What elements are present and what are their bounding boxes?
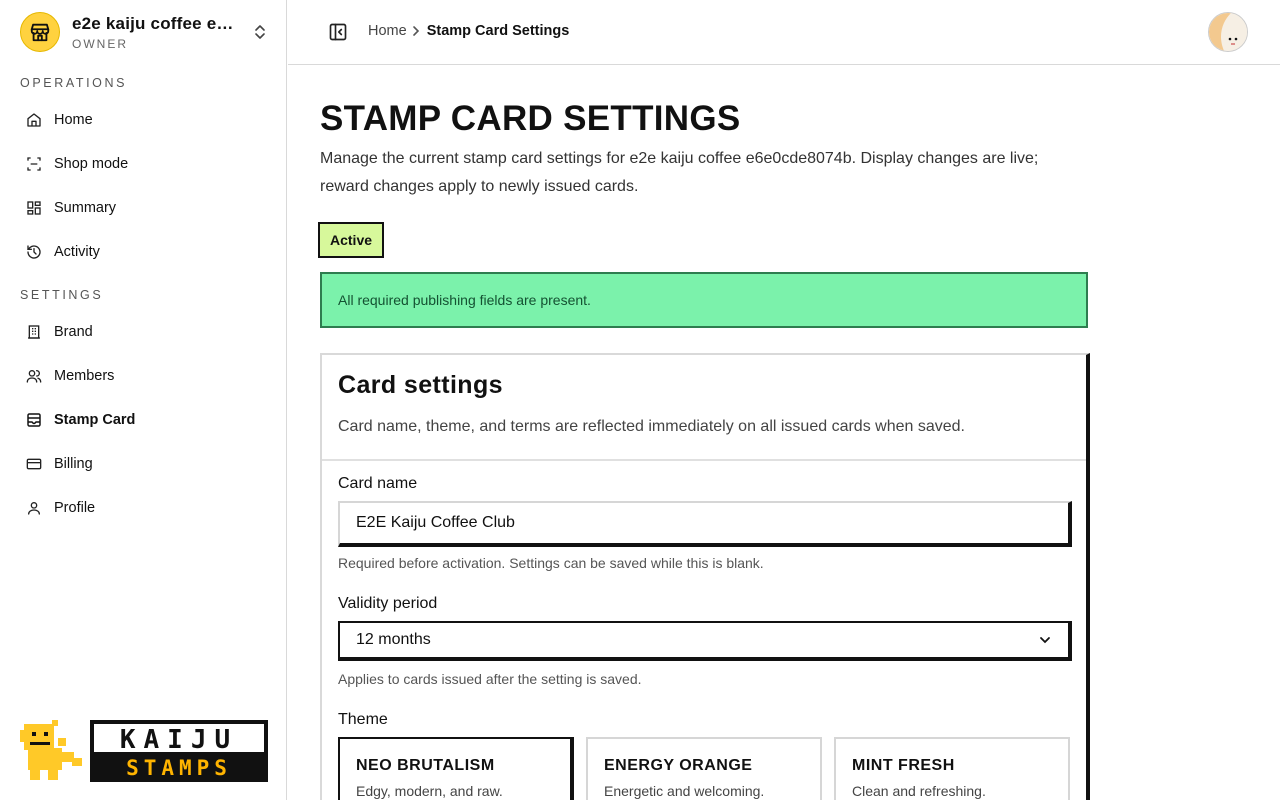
kaiju-stamps-logo: KAIJU STAMPS: [20, 720, 268, 782]
page-title: STAMP CARD SETTINGS: [320, 99, 741, 138]
validity-period-value: 12 months: [356, 631, 431, 648]
card-name-input[interactable]: [338, 501, 1072, 547]
sidebar-item-label: Home: [54, 112, 93, 128]
theme-description: Clean and refreshing.: [852, 783, 986, 799]
shop-name: e2e kaiju coffee e6e0cde8074b: [72, 13, 237, 33]
theme-name: ENERGY ORANGE: [604, 757, 753, 774]
sidebar-item-label: Billing: [54, 456, 93, 472]
status-badge: Active: [318, 222, 385, 258]
sidebar-toggle-button[interactable]: [328, 22, 348, 42]
logo-text-bottom: STAMPS: [126, 756, 232, 780]
sidebar-item-members[interactable]: Members: [20, 358, 270, 394]
avatar-face-icon: [1209, 13, 1247, 51]
logo-text-top: KAIJU: [120, 725, 238, 755]
kaiju-mascot-icon: [20, 720, 82, 780]
sidebar-item-activity[interactable]: Activity: [20, 234, 270, 270]
shop-avatar: [20, 12, 60, 52]
chevron-right-icon: [411, 25, 423, 37]
home-icon: [26, 112, 42, 128]
breadcrumb-home-link[interactable]: Home: [368, 23, 407, 39]
sidebar-item-stamp-card[interactable]: Stamp Card: [20, 402, 270, 438]
sidebar-item-billing[interactable]: Billing: [20, 446, 270, 482]
card-icon: [26, 412, 42, 428]
credit-card-icon: [26, 456, 42, 472]
theme-option-mint-fresh[interactable]: MINT FRESH Clean and refreshing.: [834, 737, 1070, 800]
shop-switcher[interactable]: e2e kaiju coffee e6e0cde8074b OWNER: [20, 12, 270, 52]
sidebar-item-label: Stamp Card: [54, 412, 136, 428]
sidebar-item-home[interactable]: Home: [20, 102, 270, 138]
store-icon: [30, 23, 50, 42]
chevron-down-icon: [1040, 637, 1050, 644]
theme-name: NEO BRUTALISM: [356, 757, 495, 774]
theme-description: Edgy, modern, and raw.: [356, 783, 503, 799]
sidebar-item-label: Members: [54, 368, 115, 384]
chevrons-up-down-icon: [250, 22, 270, 42]
card-settings-description: Card name, theme, and terms are reflecte…: [338, 418, 965, 435]
shop-role: OWNER: [72, 36, 128, 51]
user-icon: [26, 500, 42, 516]
sidebar-item-profile[interactable]: Profile: [20, 490, 270, 526]
validity-period-label: Validity period: [338, 595, 438, 612]
history-icon: [26, 244, 42, 260]
users-icon: [26, 368, 42, 384]
breadcrumb: Home Stamp Card Settings: [368, 23, 569, 39]
user-avatar[interactable]: [1208, 12, 1248, 52]
scan-icon: [26, 156, 42, 172]
sidebar-item-label: Profile: [54, 500, 96, 516]
theme-name: MINT FRESH: [852, 757, 955, 774]
theme-option-energy-orange[interactable]: ENERGY ORANGE Energetic and welcoming.: [586, 737, 822, 800]
sidebar-item-brand[interactable]: Brand: [20, 314, 270, 350]
sidebar-item-label: Shop mode: [54, 156, 129, 172]
topbar: Home Stamp Card Settings: [288, 0, 1280, 65]
dashboard-icon: [26, 200, 42, 216]
card-name-hint: Required before activation. Settings can…: [338, 555, 764, 571]
section-label-settings: SETTINGS: [20, 288, 104, 302]
card-name-label: Card name: [338, 475, 418, 492]
theme-option-neo-brutalism[interactable]: NEO BRUTALISM Edgy, modern, and raw.: [338, 737, 574, 800]
theme-label: Theme: [338, 711, 388, 728]
sidebar-item-shop-mode[interactable]: Shop mode: [20, 146, 270, 182]
building-icon: [26, 324, 42, 340]
card-settings-panel: Card settings Card name, theme, and term…: [320, 353, 1090, 800]
sidebar: e2e kaiju coffee e6e0cde8074b OWNER OPER…: [0, 0, 287, 800]
section-label-operations: OPERATIONS: [20, 76, 128, 90]
validity-period-select[interactable]: 12 months: [338, 621, 1072, 661]
breadcrumb-current: Stamp Card Settings: [426, 23, 570, 39]
theme-description: Energetic and welcoming.: [604, 783, 765, 799]
validity-period-hint: Applies to cards issued after the settin…: [338, 671, 642, 687]
publishing-notice: All required publishing fields are prese…: [320, 272, 1088, 328]
panel-left-icon: [329, 23, 347, 41]
card-settings-title: Card settings: [338, 371, 503, 399]
page-description: Manage the current stamp card settings f…: [320, 150, 1039, 195]
sidebar-item-label: Brand: [54, 324, 93, 340]
sidebar-item-label: Summary: [54, 200, 117, 216]
sidebar-item-label: Activity: [54, 244, 100, 260]
sidebar-item-summary[interactable]: Summary: [20, 190, 270, 226]
